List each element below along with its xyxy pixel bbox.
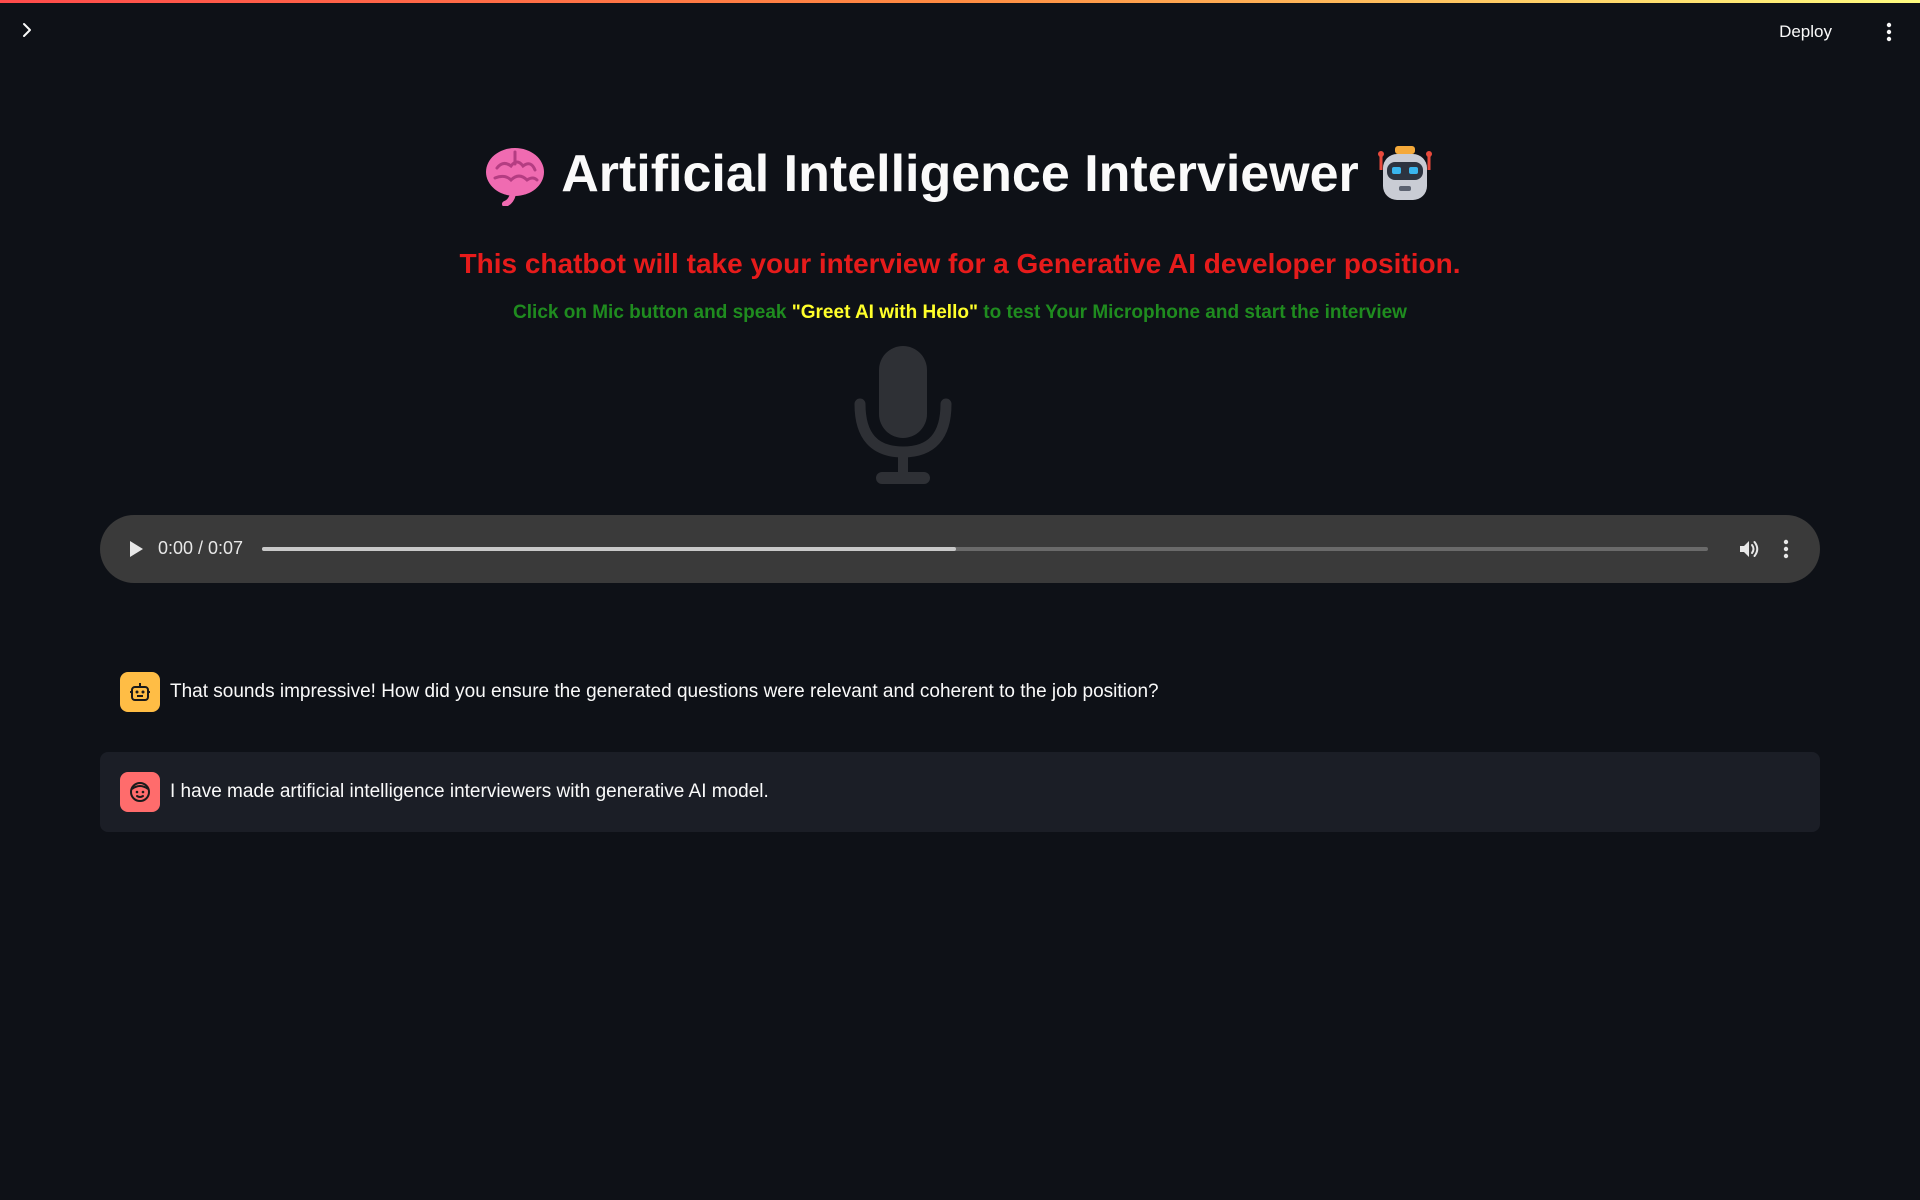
chat-message-text: That sounds impressive! How did you ensu… (170, 681, 1159, 702)
app-header: Deploy (0, 3, 1920, 59)
sidebar-toggle-button[interactable] (14, 17, 40, 43)
subtitle: This chatbot will take your interview fo… (459, 248, 1461, 279)
audio-more-options-button[interactable] (1772, 535, 1800, 563)
chat-message-user: I have made artificial intelligence inte… (100, 752, 1820, 832)
microphone-icon (854, 346, 952, 484)
deploy-button[interactable]: Deploy (1769, 17, 1842, 47)
audio-seek-bar[interactable] (262, 547, 1708, 551)
volume-icon (1740, 541, 1759, 557)
audio-play-button[interactable] (122, 535, 150, 563)
user-face-icon (130, 782, 150, 802)
audio-progress-fill (262, 547, 957, 551)
page-title-text: Artificial Intelligence Interviewer (561, 145, 1359, 203)
audio-time: 0:00 / 0:07 (158, 538, 244, 558)
kebab-menu-icon (1783, 539, 1789, 559)
main-menu-button[interactable] (1874, 17, 1904, 47)
audio-volume-button[interactable] (1736, 535, 1764, 563)
assistant-avatar (120, 672, 160, 712)
user-avatar (120, 772, 160, 812)
instruction-highlight: "Greet AI with Hello" (791, 302, 978, 323)
play-icon (130, 541, 143, 557)
chevron-right-icon (23, 23, 31, 37)
robot-icon (1373, 142, 1437, 206)
chat-message-assistant: That sounds impressive! How did you ensu… (100, 668, 1820, 716)
instruction-text: Click on Mic button and speak "Greet AI … (100, 302, 1820, 324)
kebab-menu-icon (1886, 22, 1892, 42)
page-title: Artificial Intelligence Interviewer (100, 142, 1820, 206)
instruction-prefix: Click on Mic button and speak (513, 302, 787, 323)
bot-icon (130, 683, 150, 701)
instruction-suffix: to test Your Microphone and start the in… (983, 302, 1407, 323)
brain-icon (483, 142, 547, 206)
audio-player: 0:00 / 0:07 (100, 515, 1820, 583)
mic-record-button[interactable] (852, 342, 954, 488)
chat-message-text: I have made artificial intelligence inte… (170, 781, 769, 802)
